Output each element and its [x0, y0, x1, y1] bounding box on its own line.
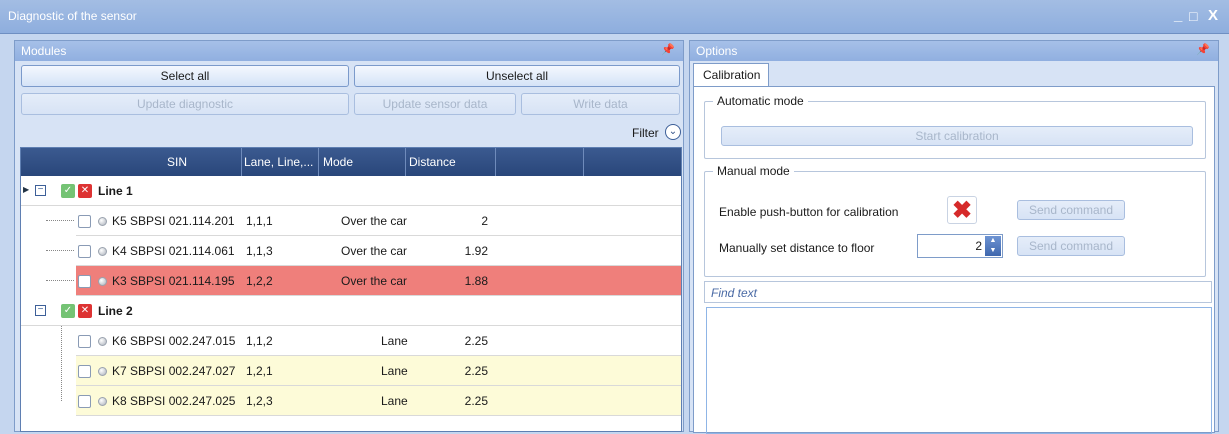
- cell-distance: 1.92: [464, 244, 488, 258]
- options-header: Options 📌: [690, 41, 1218, 61]
- error-icon: ✕: [78, 304, 92, 318]
- send-command-button-1[interactable]: Send command: [1017, 200, 1125, 220]
- cell-position: 1,2,1: [246, 364, 273, 378]
- modules-title: Modules: [21, 44, 67, 58]
- options-title: Options: [696, 44, 738, 58]
- cell-sin: K5 SBPSI 021.114.201: [112, 214, 235, 228]
- group-row-line2[interactable]: − ✓ ✕ Line 2: [21, 296, 681, 326]
- minimize-icon[interactable]: _: [1174, 6, 1182, 26]
- cell-distance: 2.25: [464, 364, 488, 378]
- status-dot-icon: [98, 247, 107, 256]
- manual-distance-label: Manually set distance to floor: [719, 241, 875, 255]
- close-icon[interactable]: X: [1208, 6, 1218, 26]
- cell-distance: 1.88: [464, 274, 488, 288]
- group-row-line1[interactable]: ▶ − ✓ ✕ Line 1: [21, 176, 681, 206]
- table-row-warning[interactable]: K8 SBPSI 002.247.025 1,2,3 Lane 2.25: [76, 386, 681, 416]
- group-label: Line 1: [98, 184, 133, 198]
- collapse-icon[interactable]: −: [35, 185, 46, 196]
- cell-distance: 2: [481, 214, 488, 228]
- tab-calibration[interactable]: Calibration: [693, 63, 769, 87]
- send-command-button-2[interactable]: Send command: [1017, 236, 1125, 256]
- window-titlebar: Diagnostic of the sensor _ □ X: [0, 0, 1229, 34]
- cell-mode: Over the car: [341, 244, 408, 258]
- cell-position: 1,2,3: [246, 394, 273, 408]
- error-icon: ✕: [78, 184, 92, 198]
- write-data-button[interactable]: Write data: [521, 93, 680, 115]
- cell-mode: Lane: [381, 334, 408, 348]
- distance-value: 2: [975, 239, 982, 253]
- col-sin[interactable]: SIN: [167, 155, 187, 169]
- cell-sin: K8 SBPSI 002.247.025: [112, 394, 236, 408]
- pin-icon[interactable]: 📌: [661, 43, 675, 56]
- cell-mode: Over the car: [341, 274, 408, 288]
- start-calibration-button[interactable]: Start calibration: [721, 126, 1193, 146]
- row-indicator-icon: ▶: [23, 185, 30, 194]
- cell-mode: Lane: [381, 364, 408, 378]
- update-diagnostic-button[interactable]: Update diagnostic: [21, 93, 349, 115]
- cell-mode: Over the car: [341, 214, 408, 228]
- table-row[interactable]: K4 SBPSI 021.114.061 1,1,3 Over the car …: [46, 236, 681, 266]
- text-area[interactable]: [706, 307, 1212, 434]
- status-dot-icon: [98, 217, 107, 226]
- select-all-button[interactable]: Select all: [21, 65, 349, 87]
- row-checkbox[interactable]: [78, 245, 91, 258]
- table-row-warning[interactable]: K7 SBPSI 002.247.027 1,2,1 Lane 2.25: [76, 356, 681, 386]
- table-row-error[interactable]: K3 SBPSI 021.114.195 1,2,2 Over the car …: [46, 266, 681, 296]
- cell-position: 1,2,2: [246, 274, 273, 288]
- pin-icon[interactable]: 📌: [1196, 43, 1210, 56]
- calibration-content: Automatic mode Start calibration Manual …: [693, 86, 1215, 434]
- cell-sin: K6 SBPSI 002.247.015: [112, 334, 236, 348]
- cell-position: 1,1,3: [246, 244, 273, 258]
- cell-distance: 2.25: [464, 334, 488, 348]
- window-title: Diagnostic of the sensor: [8, 9, 137, 23]
- col-mode[interactable]: Mode: [323, 155, 353, 169]
- grid-header: SIN Lane, Line,... Mode Distance: [21, 148, 681, 176]
- table-row[interactable]: K6 SBPSI 002.247.015 1,1,2 Lane 2.25: [76, 326, 681, 356]
- unselect-all-button[interactable]: Unselect all: [354, 65, 680, 87]
- status-dot-icon: [98, 337, 107, 346]
- find-text-input[interactable]: Find text: [704, 281, 1212, 303]
- row-checkbox[interactable]: [78, 215, 91, 228]
- distance-stepper[interactable]: 2 ▲ ▼: [917, 234, 1003, 258]
- cell-sin: K3 SBPSI 021.114.195: [112, 274, 235, 288]
- modules-header: Modules 📌: [15, 41, 683, 61]
- manual-mode-group: Manual mode Enable push-button for calib…: [704, 164, 1206, 277]
- automatic-mode-group: Automatic mode Start calibration: [704, 94, 1206, 159]
- manual-mode-label: Manual mode: [713, 164, 794, 178]
- cell-distance: 2.25: [464, 394, 488, 408]
- options-panel: Options 📌 Calibration Automatic mode Sta…: [689, 40, 1219, 434]
- row-checkbox[interactable]: [78, 335, 91, 348]
- filter-label: Filter: [632, 126, 659, 140]
- maximize-icon[interactable]: □: [1189, 6, 1197, 26]
- check-all-icon[interactable]: ✓: [61, 184, 75, 198]
- check-all-icon[interactable]: ✓: [61, 304, 75, 318]
- collapse-icon[interactable]: −: [35, 305, 46, 316]
- col-position[interactable]: Lane, Line,...: [244, 155, 313, 169]
- push-button-disabled-icon[interactable]: ✖: [947, 196, 977, 224]
- row-checkbox[interactable]: [78, 395, 91, 408]
- filter-chevron-icon[interactable]: ⌄: [665, 124, 681, 140]
- cell-mode: Lane: [381, 394, 408, 408]
- row-checkbox[interactable]: [78, 275, 91, 288]
- status-dot-icon: [98, 367, 107, 376]
- enable-push-button-label: Enable push-button for calibration: [719, 205, 899, 219]
- cell-sin: K4 SBPSI 021.114.061: [112, 244, 235, 258]
- status-dot-icon: [98, 397, 107, 406]
- automatic-mode-label: Automatic mode: [713, 94, 808, 108]
- table-row[interactable]: K5 SBPSI 021.114.201 1,1,1 Over the car …: [46, 206, 681, 236]
- spin-arrows-icon[interactable]: ▲ ▼: [985, 236, 1001, 256]
- cell-sin: K7 SBPSI 002.247.027: [112, 364, 236, 378]
- update-sensor-data-button[interactable]: Update sensor data: [354, 93, 516, 115]
- modules-grid: SIN Lane, Line,... Mode Distance ▶ − ✓ ✕…: [20, 147, 682, 432]
- col-distance[interactable]: Distance: [409, 155, 456, 169]
- cell-position: 1,1,1: [246, 214, 273, 228]
- group-label: Line 2: [98, 304, 133, 318]
- cell-position: 1,1,2: [246, 334, 273, 348]
- row-checkbox[interactable]: [78, 365, 91, 378]
- find-text-placeholder: Find text: [711, 286, 758, 300]
- status-dot-icon: [98, 277, 107, 286]
